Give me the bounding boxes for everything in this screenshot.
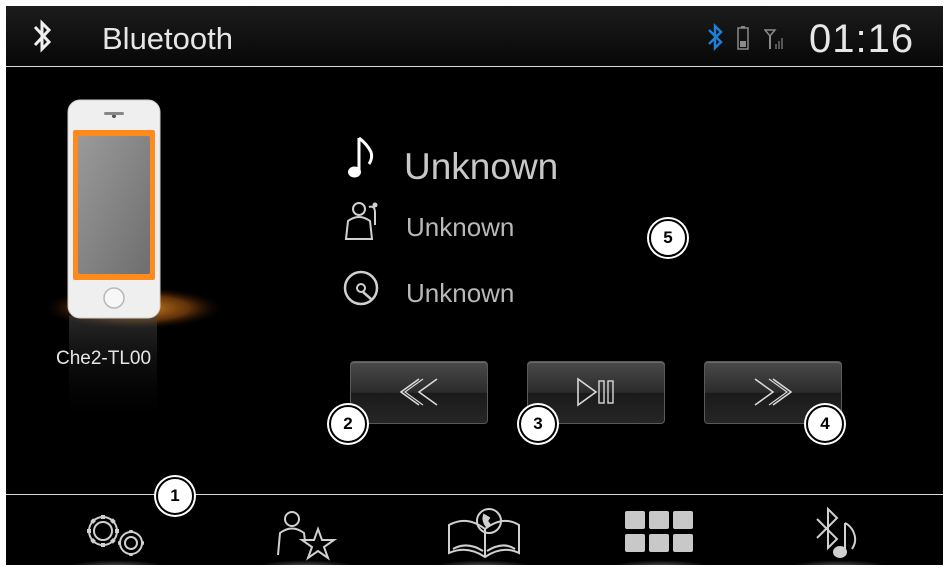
callout-1: 1	[156, 477, 194, 515]
previous-button[interactable]	[350, 361, 488, 424]
track-album: Unknown	[406, 278, 515, 308]
play-pause-icon	[577, 377, 614, 407]
bluetooth-status-icon	[708, 22, 723, 52]
tab-bluetooth-music[interactable]	[779, 495, 899, 565]
track-title: Unknown	[404, 146, 559, 187]
callout-4: 4	[806, 405, 844, 443]
clock: 01:16	[809, 17, 915, 61]
phonebook-icon	[448, 508, 520, 559]
tab-dialpad[interactable]	[601, 495, 721, 565]
header-bar: Bluetooth 01:16	[6, 6, 943, 67]
favorites-icon	[277, 511, 338, 561]
tab-favorites[interactable]	[246, 495, 366, 565]
bottom-tab-bar	[6, 494, 943, 565]
bluetooth-music-icon	[816, 506, 857, 558]
bluetooth-icon	[33, 19, 52, 53]
page-title: Bluetooth	[102, 21, 233, 56]
tab-phonebook[interactable]	[423, 495, 543, 565]
callout-2: 2	[329, 405, 367, 443]
artist-icon	[344, 202, 378, 240]
device-name: Che2-TL00	[56, 348, 152, 369]
bluetooth-screen: Bluetooth 01:16 Che2-TL00 Unknown Unknow…	[6, 6, 943, 565]
battery-icon	[737, 26, 749, 50]
settings-icon	[87, 515, 144, 556]
album-disc-icon	[343, 270, 379, 306]
next-icon	[754, 378, 793, 406]
track-artist: Unknown	[406, 212, 515, 242]
previous-icon	[399, 378, 438, 406]
connected-device[interactable]	[42, 86, 226, 426]
dialpad-icon	[625, 511, 693, 552]
phone-icon	[42, 99, 226, 426]
signal-icon	[764, 29, 783, 49]
music-note-icon	[348, 136, 374, 178]
callout-3: 3	[519, 405, 557, 443]
callout-5: 5	[649, 219, 687, 257]
